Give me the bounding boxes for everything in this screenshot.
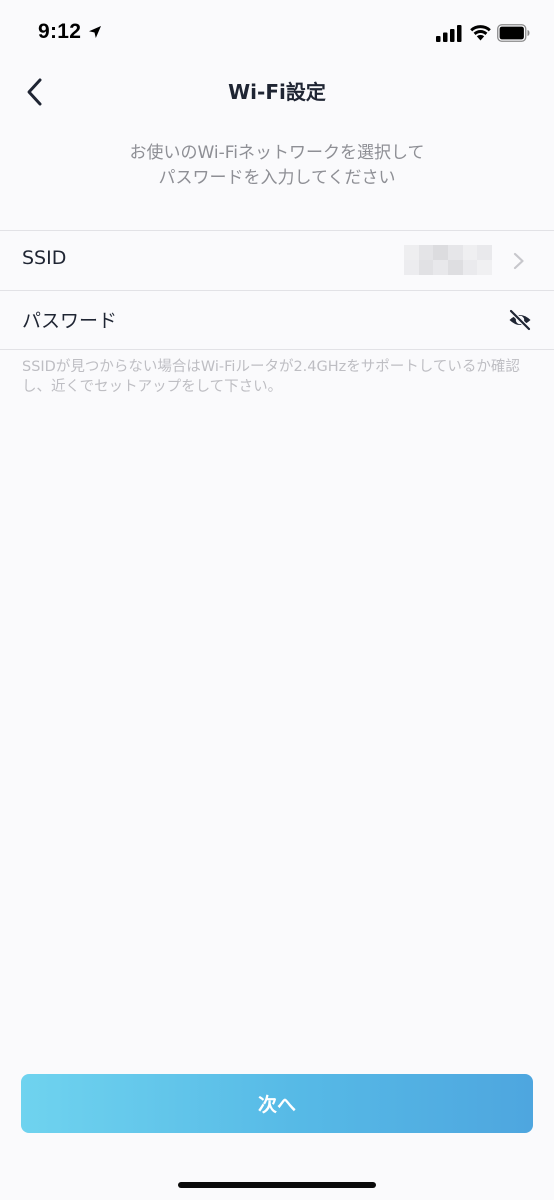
status-time: 9:12 xyxy=(38,20,82,43)
next-button[interactable]: 次へ xyxy=(21,1074,533,1133)
ssid-row[interactable]: SSID xyxy=(0,231,554,289)
battery-icon xyxy=(497,24,530,42)
page-title: Wi-Fi設定 xyxy=(228,80,326,104)
instruction-line-1: お使いのWi-Fiネットワークを選択して xyxy=(129,143,425,163)
password-row[interactable]: パスワード xyxy=(0,290,554,348)
chevron-right-icon xyxy=(513,252,524,270)
status-bar: 9:12 xyxy=(0,0,554,64)
ssid-value-blurred xyxy=(404,245,492,275)
instruction-text: お使いのWi-Fiネットワークを選択して パスワードを入力してください xyxy=(60,141,494,191)
password-label: パスワード xyxy=(22,310,118,332)
divider xyxy=(0,349,554,350)
home-indicator xyxy=(178,1182,376,1188)
cellular-signal-icon xyxy=(436,25,462,42)
instruction-line-2: パスワードを入力してください xyxy=(158,168,396,188)
ssid-label: SSID xyxy=(22,247,67,269)
location-arrow-icon xyxy=(89,26,101,38)
eye-slash-icon[interactable] xyxy=(508,308,532,332)
nav-bar: Wi-Fi設定 xyxy=(0,64,554,116)
wifi-icon xyxy=(470,25,491,41)
next-button-label: 次へ xyxy=(257,1094,296,1116)
ssid-hint-text: SSIDが見つからない場合はWi-Fiルータが2.4GHzをサポートしているか確… xyxy=(22,359,520,395)
